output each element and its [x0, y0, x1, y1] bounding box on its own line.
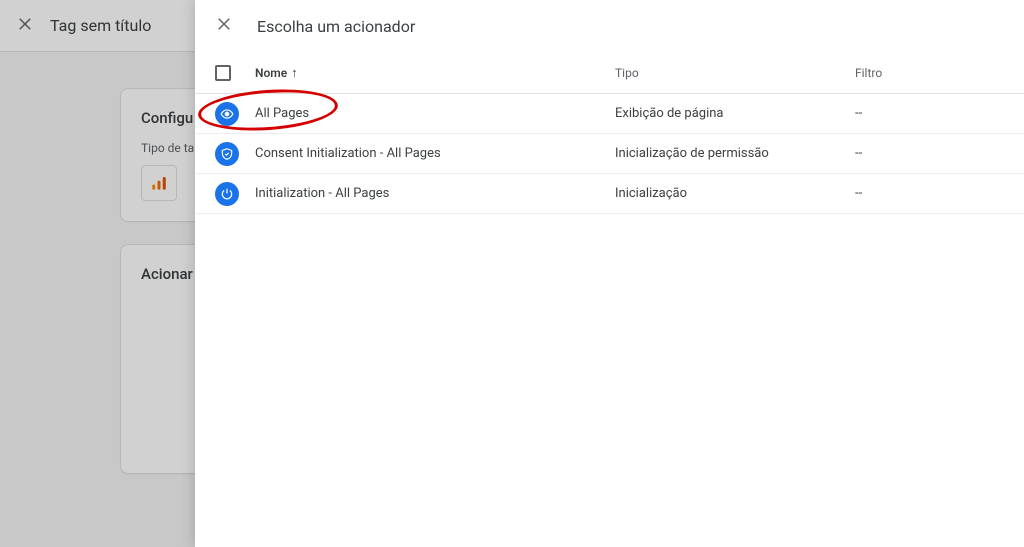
modal-overlay: [0, 0, 195, 547]
trigger-name: Initialization - All Pages: [255, 186, 615, 201]
column-header-type[interactable]: Tipo: [615, 66, 855, 80]
table-header-row: Nome ↑ Tipo Filtro: [195, 52, 1024, 94]
trigger-filter: --: [855, 146, 1004, 161]
trigger-name: All Pages: [255, 106, 615, 121]
trigger-row-consent-init[interactable]: Consent Initialization - All Pages Inici…: [195, 134, 1024, 174]
panel-header: Escolha um acionador: [195, 0, 1024, 52]
column-header-name[interactable]: Nome ↑: [255, 65, 615, 81]
trigger-filter: --: [855, 186, 1004, 201]
trigger-type: Inicialização de permissão: [615, 146, 855, 161]
column-header-filter[interactable]: Filtro: [855, 66, 1004, 80]
trigger-row-all-pages[interactable]: All Pages Exibição de página --: [195, 94, 1024, 134]
trigger-type: Inicialização: [615, 186, 855, 201]
trigger-filter: --: [855, 106, 1004, 121]
select-all-checkbox[interactable]: [215, 65, 231, 81]
close-icon[interactable]: [215, 15, 233, 37]
consent-init-icon: [215, 142, 239, 166]
initialization-icon: [215, 182, 239, 206]
choose-trigger-panel: Escolha um acionador Nome ↑ Tipo Filtro …: [195, 0, 1024, 547]
trigger-type: Exibição de página: [615, 106, 855, 121]
pageview-icon: [215, 102, 239, 126]
trigger-name: Consent Initialization - All Pages: [255, 146, 615, 161]
column-name-text: Nome: [255, 66, 287, 80]
panel-title: Escolha um acionador: [257, 17, 415, 36]
trigger-row-initialization[interactable]: Initialization - All Pages Inicialização…: [195, 174, 1024, 214]
sort-asc-icon: ↑: [291, 65, 298, 81]
